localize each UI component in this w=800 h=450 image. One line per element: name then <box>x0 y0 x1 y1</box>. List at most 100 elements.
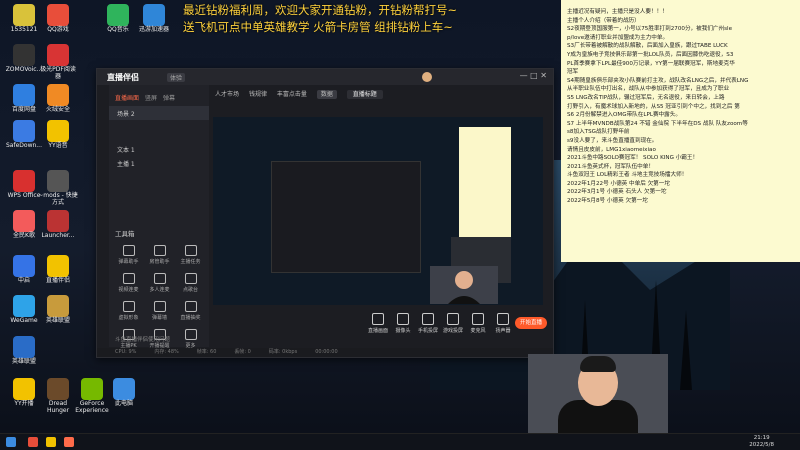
note-line: 2021斗鱼英式杯，冠军队伍中单！ <box>567 163 654 170</box>
note-line: s9没人要了，来斗鱼直播直到现在。 <box>567 137 658 144</box>
note-line: S7 上半年MVNDB战队第24 不错 金仙院 下半年在DS 战队 队友zoom… <box>567 120 748 127</box>
tab-stream-view[interactable]: 直播画面 <box>115 93 139 102</box>
desktop-icon-label: 迅游加速器 <box>138 26 169 33</box>
toolbox-item[interactable]: 点歌台 <box>175 273 206 293</box>
info-item[interactable]: 丰富点击量 <box>277 91 307 98</box>
go-live-button[interactable]: 开始直播 <box>515 317 547 329</box>
desktop-icon[interactable]: 迅游加速器 <box>134 4 174 34</box>
tool-label: 弹幕助手 <box>118 259 139 265</box>
toolbox-item[interactable]: 主播任务 <box>175 245 206 265</box>
avatar[interactable] <box>422 72 432 82</box>
tool-icon <box>184 245 197 256</box>
toolbox-item[interactable]: 虚拟形象 <box>113 301 144 321</box>
window-controls[interactable]: — □ ✕ <box>520 71 547 80</box>
status-item: CPU: 9% <box>115 349 137 355</box>
desktop-icon-label: ~mods - 快捷方式 <box>38 192 78 206</box>
taskbar: 21:19 2022/5/8 <box>0 433 800 450</box>
app-icon <box>13 210 35 232</box>
desktop-icon[interactable]: Launcher... <box>38 210 78 240</box>
headline-line-1: 最近钻粉福利周，欢迎大家开通钻粉，开钻粉帮打号~ <box>183 3 458 17</box>
app-icon <box>47 4 69 26</box>
desktop-icon[interactable]: 英雄联盟 <box>38 295 78 325</box>
scene-item[interactable]: 主播 1 <box>109 156 209 170</box>
person-hair <box>580 356 616 372</box>
source-icon <box>497 313 509 325</box>
title-field[interactable]: 直播标题 <box>346 90 383 99</box>
streaming-app-window: 直播伴侣 体验 — □ ✕ 直播画面 竖屏 弹幕 场景 2 文本 1 主播 1 … <box>96 68 554 358</box>
scene-item[interactable]: 场景 2 <box>109 106 209 120</box>
app-icon <box>107 4 129 26</box>
status-item: 码率: 0kbps <box>268 349 298 355</box>
toolbox-item[interactable]: 弹幕助手 <box>113 245 144 265</box>
desktop-icon[interactable]: ~mods - 快捷方式 <box>38 170 78 206</box>
tool-label: 主播任务 <box>180 259 201 265</box>
app-icon <box>13 378 35 400</box>
note-line: 2021斗鱼中路SOLO赛冠军！ SOLO KING 小霸王！ <box>567 155 699 162</box>
toolbox-item[interactable]: 直播抽奖 <box>175 301 206 321</box>
tool-icon <box>153 273 166 284</box>
note-line: 从半职业队伍中打出名，战队从中参加获得了冠军，且成为了职业 <box>567 86 730 93</box>
tool-icon <box>153 245 166 256</box>
toolbox-item[interactable]: 多人连麦 <box>144 273 175 293</box>
desktop-icon-label: 英雄联盟 <box>45 317 70 324</box>
source-icon <box>397 313 409 325</box>
note-line: p/love邀请打职业并加盟成为主力中单。 <box>567 34 669 41</box>
note-line: PL首季赛拿下LPL最佳900万记录，YY第一届联赛冠军，斯地麦克华 <box>567 60 735 67</box>
toolbox-item[interactable]: 房管助手 <box>144 245 175 265</box>
desktop-icon[interactable]: 英雄联盟 <box>4 336 44 366</box>
tab-danmaku[interactable]: 弹幕 <box>163 93 175 102</box>
toolbox-title: 工具箱 <box>115 230 135 238</box>
app-icon <box>13 255 35 277</box>
app-icon <box>81 378 103 400</box>
toolbox-item[interactable]: 视频连麦 <box>113 273 144 293</box>
note-line: 2022年1月22号 小德英 中单后 欠第一坨 <box>567 180 670 187</box>
app-logo: 直播伴侣 <box>107 73 139 82</box>
info-item[interactable]: 人才市场 <box>215 91 239 98</box>
desktop-icon[interactable]: QQ音乐 <box>98 4 138 34</box>
note-line: 打野引入，有魔术球加入新地的，从S5 冠亚引到个中之，找到之后 第 <box>567 103 740 110</box>
browser-icon[interactable] <box>28 437 38 447</box>
tool-icon <box>184 329 197 340</box>
app-icon <box>13 336 35 358</box>
preview-notes-overlay <box>459 127 511 237</box>
scene-item[interactable]: 文本 1 <box>109 142 209 156</box>
status-item: 丢帧: 0 <box>234 349 251 355</box>
note-line: 2022年5月8号 小德英 欠第一坨 <box>567 198 648 205</box>
note-line: 2022年3月1号 小德英 石头人 欠第一坨 <box>567 189 667 196</box>
streaming-app-icon[interactable] <box>64 437 74 447</box>
start-icon[interactable] <box>6 437 16 447</box>
note-line: 请情且皮皮前，LMG1xiaomeixiao <box>567 146 656 153</box>
desktop-icon[interactable]: YY语音 <box>38 120 78 150</box>
app-icon <box>47 84 69 106</box>
source-label: 扬声器 <box>495 328 511 334</box>
status-item: 帧率: 60 <box>196 349 217 355</box>
scene-tabs: 直播画面 竖屏 弹幕 <box>109 85 209 106</box>
toolbox-item[interactable]: 弹幕墙 <box>144 301 175 321</box>
note-line: Y成为皇族电子竞技俱乐部第一批LOL队员，后面因膝伤吃退役，S3 <box>567 51 734 58</box>
tool-label: 点歌台 <box>182 287 198 293</box>
data-tag-button[interactable]: 数据 <box>316 90 337 99</box>
app-icon <box>13 120 35 142</box>
help-link[interactable]: 斗鱼直播伴侣使用问题 <box>115 335 170 343</box>
tool-label: 多人连麦 <box>149 287 170 293</box>
info-item[interactable]: 钱规律 <box>249 91 267 98</box>
tool-label: 房管助手 <box>149 259 170 265</box>
app-icon <box>113 378 135 400</box>
desktop-icon-label: YY语音 <box>48 142 68 149</box>
app-icon <box>13 4 35 26</box>
source-button[interactable]: 扬声器 <box>488 313 518 334</box>
desktop-icon[interactable]: 此电脑 <box>104 378 144 408</box>
desktop-icon[interactable]: 直播伴侣 <box>38 255 78 285</box>
tool-icon <box>122 273 135 284</box>
note-line: S2夜期登顶国服第一，小号以75胜率打到2700分，被我们广州sle <box>567 26 733 33</box>
desktop-icon[interactable]: QQ游戏 <box>38 4 78 34</box>
stream-headline: 最近钻粉福利周，欢迎大家开通钻粉，开钻粉帮打号~ 送飞机可点中单英雄教学 火箭卡… <box>183 2 457 36</box>
toolbox-item[interactable]: 更多 <box>175 329 206 349</box>
desktop-icon[interactable]: 火绒安全 <box>38 84 78 114</box>
desktop-icon[interactable]: 极光PDF阅读器 <box>38 44 78 80</box>
tab-vertical[interactable]: 竖屏 <box>145 93 157 102</box>
note-line: 斗鱼双冠王 LOL精彩王者 斗地主竞技场擂大师！ <box>567 172 688 179</box>
folder-icon[interactable] <box>46 437 56 447</box>
app-icon <box>13 170 35 192</box>
tool-label: 视频连麦 <box>118 287 139 293</box>
